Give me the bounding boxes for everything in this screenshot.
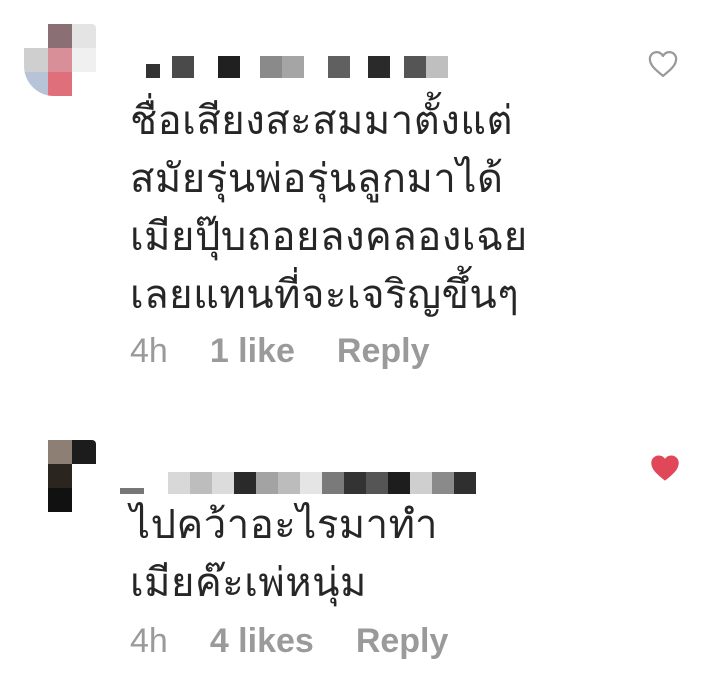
comment-timestamp: 4h [130,622,168,660]
reply-button[interactable]: Reply [356,622,449,661]
username-redacted[interactable] [146,44,448,78]
username-redacted[interactable] [120,442,476,494]
comment-text: ไปคว้าอะไรมาทำ เมียค๊ะเพ่หนุ่ม [130,502,438,606]
comment-likes-count[interactable]: 1 like [210,332,295,371]
avatar[interactable] [24,24,96,96]
comment-timestamp: 4h [130,332,168,370]
comment-meta: 4h 1 like Reply [130,332,430,371]
reply-button[interactable]: Reply [337,332,430,371]
heart-filled-icon[interactable] [650,454,680,482]
comment-text: ชื่อเสียงสะสมมาตั้งแต่ สมัยรุ่นพ่อรุ่นลู… [130,98,528,318]
comment-likes-count[interactable]: 4 likes [210,622,314,661]
heart-outline-icon[interactable] [648,50,678,78]
comment-meta: 4h 4 likes Reply [130,622,448,661]
avatar[interactable] [24,440,96,512]
